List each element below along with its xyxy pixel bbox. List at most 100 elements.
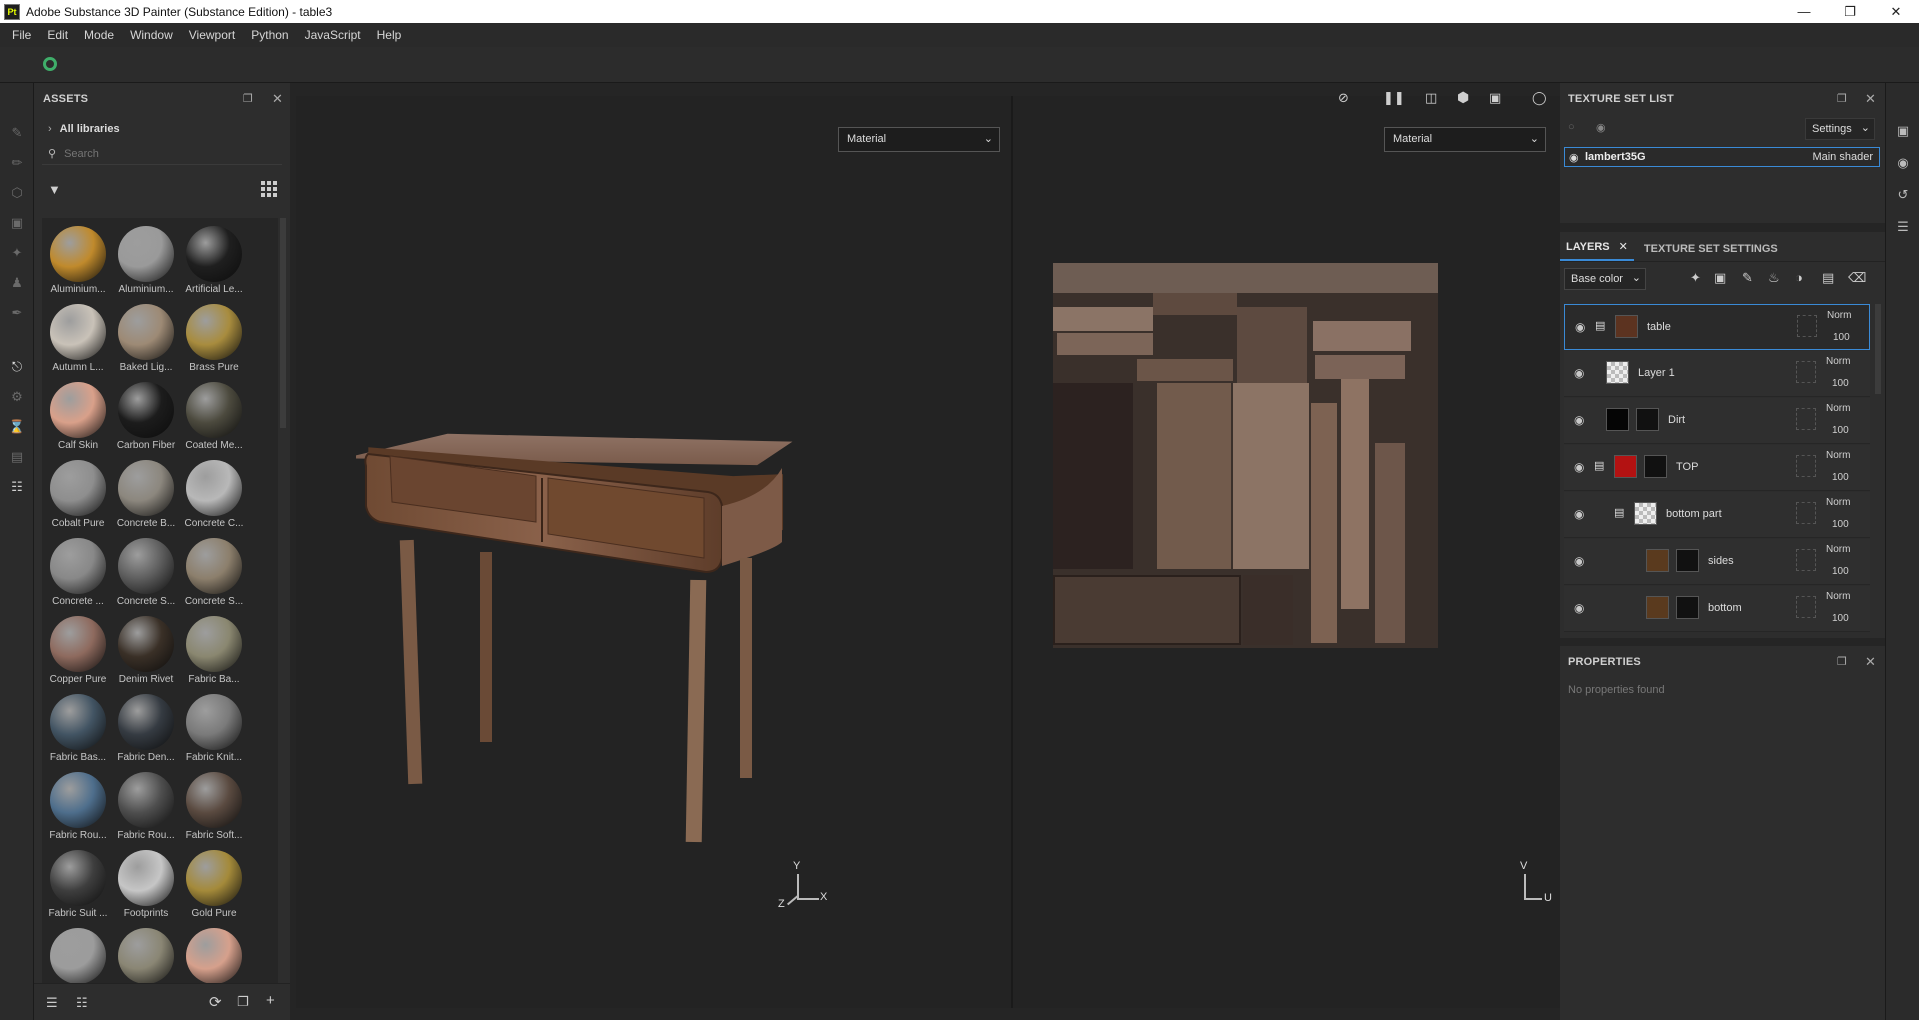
layers-icon[interactable]: ◉: [1895, 155, 1911, 171]
material-thumbnail[interactable]: Aluminium...: [112, 221, 180, 299]
settings-dropdown[interactable]: Settings ⌄: [1805, 118, 1875, 140]
material-thumbnail[interactable]: Denim Rivet: [112, 611, 180, 689]
tree-view-icon[interactable]: ☷: [76, 995, 88, 1011]
new-window-icon[interactable]: ❐: [237, 994, 249, 1010]
material-thumbnail[interactable]: Calf Skin: [44, 377, 112, 455]
mask-slot-icon[interactable]: [1796, 408, 1816, 430]
shader-label[interactable]: Main shader: [1812, 151, 1873, 163]
texture-set-row[interactable]: ◉ lambert35G Main shader: [1564, 147, 1880, 167]
viewport-area[interactable]: Material ⌄ Material ⌄ Y Z X V U: [296, 96, 1560, 1008]
material-thumbnail[interactable]: Fabric Suit ...: [44, 845, 112, 923]
material-thumbnail[interactable]: Baked Lig...: [112, 299, 180, 377]
close-tab-icon[interactable]: ✕: [1619, 241, 1628, 253]
material-thumbnail[interactable]: Fabric Rou...: [44, 767, 112, 845]
eye-icon[interactable]: ◉: [1574, 413, 1584, 427]
mask-slot-icon[interactable]: [1796, 549, 1816, 571]
layer-thumbnail[interactable]: [1614, 455, 1637, 478]
close-panel-icon[interactable]: ✕: [1865, 91, 1876, 107]
material-thumbnail[interactable]: Concrete ...: [44, 533, 112, 611]
undock-icon[interactable]: ❐: [243, 92, 253, 105]
search-field[interactable]: ⚲: [42, 143, 282, 165]
viewport-divider[interactable]: [1011, 96, 1013, 1008]
material-thumbnail[interactable]: Concrete C...: [180, 455, 248, 533]
layers-scrollbar[interactable]: [1875, 304, 1881, 394]
restore-icon[interactable]: ❐: [1827, 0, 1873, 23]
mask-slot-icon[interactable]: [1796, 361, 1816, 383]
color-picker-icon[interactable]: ✒: [9, 305, 25, 321]
assets-scrollbar[interactable]: [280, 218, 286, 428]
layer-row[interactable]: ◉ ▤ TOP Norm 100: [1564, 445, 1870, 491]
blend-mode-select[interactable]: Norm: [1826, 497, 1850, 508]
split-view-icon[interactable]: ◫: [1425, 90, 1437, 106]
mask-slot-icon[interactable]: [1797, 315, 1817, 337]
opacity-value[interactable]: 100: [1832, 566, 1849, 577]
smudge-icon[interactable]: ✦: [9, 245, 25, 261]
layer-thumbnail[interactable]: [1646, 596, 1669, 619]
opacity-value[interactable]: 100: [1832, 425, 1849, 436]
projection-icon[interactable]: ⬡: [9, 185, 25, 201]
menu-viewport[interactable]: Viewport: [181, 28, 243, 42]
mask-slot-icon[interactable]: [1796, 502, 1816, 524]
add-mask-icon[interactable]: ▣: [1714, 270, 1726, 286]
eye-icon[interactable]: ◉: [1574, 460, 1584, 474]
add-folder-icon[interactable]: ▤: [1822, 270, 1834, 286]
filter-icon[interactable]: ▼: [48, 182, 61, 197]
eye-icon[interactable]: ◉: [1574, 554, 1584, 568]
material-thumbnail[interactable]: [44, 923, 112, 983]
grid-view-icon[interactable]: [261, 181, 277, 197]
layer-thumbnail[interactable]: [1606, 361, 1629, 384]
list-view-icon[interactable]: ☰: [46, 995, 58, 1011]
sync-status-icon[interactable]: [43, 57, 57, 71]
refresh-icon[interactable]: ⟳: [209, 993, 222, 1011]
folder-icon[interactable]: ▤: [1614, 506, 1624, 519]
layer-row[interactable]: ◉ Layer 1 Norm 100: [1564, 351, 1870, 397]
material-thumbnail[interactable]: Copper Pure: [44, 611, 112, 689]
material-thumbnail[interactable]: Fabric Soft...: [180, 767, 248, 845]
texture-set-icon[interactable]: ▣: [1895, 123, 1911, 139]
opacity-value[interactable]: 100: [1832, 378, 1849, 389]
solo-icon[interactable]: ○: [1568, 121, 1575, 133]
opacity-value[interactable]: 100: [1833, 332, 1850, 343]
tab-layers[interactable]: LAYERS ✕: [1560, 240, 1634, 261]
eye-icon[interactable]: ◉: [1569, 151, 1579, 164]
material-thumbnail[interactable]: Fabric Ba...: [180, 611, 248, 689]
mask-slot-icon[interactable]: [1796, 455, 1816, 477]
eye-icon[interactable]: ◉: [1575, 320, 1585, 334]
layer-thumbnail[interactable]: [1615, 315, 1638, 338]
menu-javascript[interactable]: JavaScript: [297, 28, 369, 42]
camera-video-icon[interactable]: ▣: [1489, 90, 1501, 106]
material-thumbnail[interactable]: Coated Me...: [180, 377, 248, 455]
material-thumbnail[interactable]: [180, 923, 248, 983]
blend-mode-select[interactable]: Norm: [1826, 356, 1850, 367]
layer-mask-thumbnail[interactable]: [1676, 596, 1699, 619]
material-thumbnail[interactable]: [112, 923, 180, 983]
material-thumbnail[interactable]: Gold Pure: [180, 845, 248, 923]
clone-icon[interactable]: ♟: [9, 275, 25, 291]
polygon-fill-icon[interactable]: ▣: [9, 215, 25, 231]
material-thumbnail[interactable]: Concrete B...: [112, 455, 180, 533]
layer-row[interactable]: ◉ ▤ bottom part Norm 100: [1564, 492, 1870, 538]
material-thumbnail[interactable]: Artificial Le...: [180, 221, 248, 299]
opacity-value[interactable]: 100: [1832, 613, 1849, 624]
tab-texture-set-settings[interactable]: TEXTURE SET SETTINGS: [1634, 243, 1784, 261]
eye-icon[interactable]: ◉: [1574, 366, 1584, 380]
add-effect-icon[interactable]: ✦: [1690, 270, 1701, 286]
layer-row[interactable]: ◉ ▤ table Norm 100: [1564, 304, 1870, 350]
assets-icon[interactable]: ⎋: [9, 359, 25, 375]
close-icon[interactable]: ✕: [1873, 0, 1919, 23]
close-panel-icon[interactable]: ✕: [1865, 654, 1876, 670]
cube-view-icon[interactable]: ⬢: [1457, 89, 1469, 106]
menu-edit[interactable]: Edit: [39, 28, 76, 42]
settings-icon[interactable]: ⚙: [9, 389, 25, 405]
folder-icon[interactable]: ▤: [1595, 319, 1605, 332]
eraser-icon[interactable]: ✏: [9, 155, 25, 171]
material-thumbnail[interactable]: Autumn L...: [44, 299, 112, 377]
eye-icon[interactable]: ◉: [1574, 507, 1584, 521]
material-thumbnail[interactable]: Fabric Knit...: [180, 689, 248, 767]
blend-mode-select[interactable]: Norm: [1826, 403, 1850, 414]
layer-thumbnail[interactable]: [1606, 408, 1629, 431]
add-fill-layer-icon[interactable]: ♨: [1768, 270, 1780, 286]
layer-mask-thumbnail[interactable]: [1676, 549, 1699, 572]
viewport-2d-mode-select[interactable]: Material ⌄: [1384, 127, 1546, 152]
paint-brush-icon[interactable]: ✎: [9, 125, 25, 141]
